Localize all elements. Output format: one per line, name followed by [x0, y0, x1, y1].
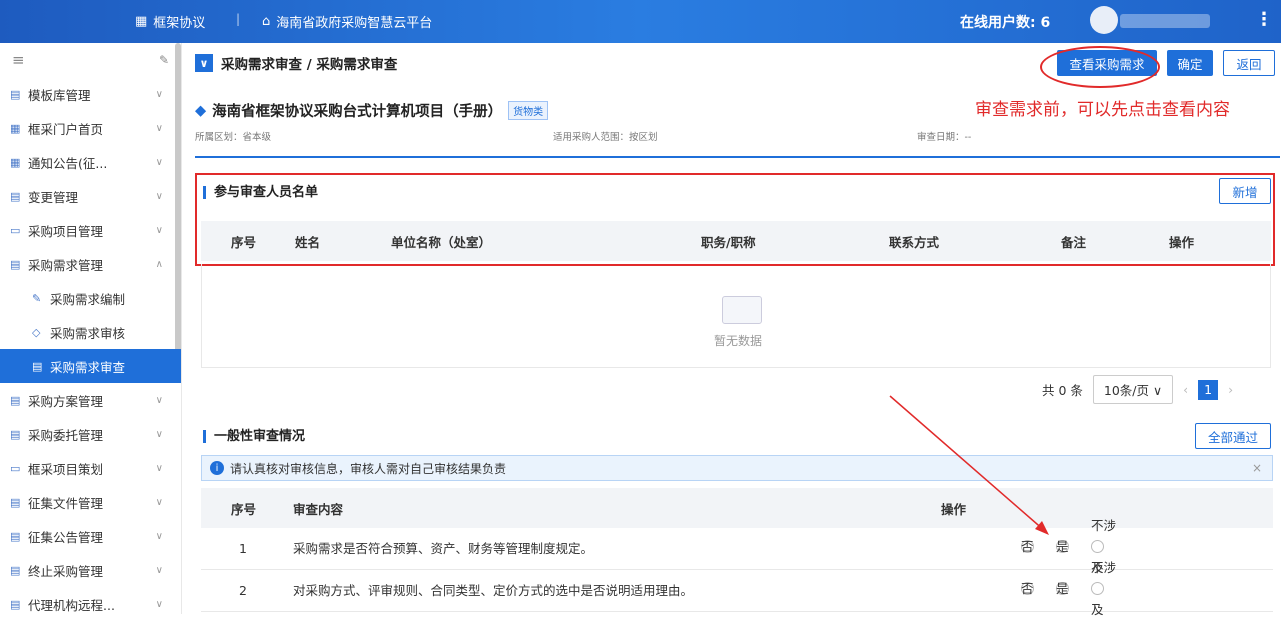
layers-icon: ◆: [195, 102, 207, 119]
radio-no[interactable]: 否: [1021, 539, 1034, 554]
sidebar-item-audit[interactable]: ◇ 采购需求审核: [0, 315, 181, 349]
edit-icon: ✎: [32, 291, 42, 305]
scope-text: 适用采购人范围：按区划: [553, 132, 658, 143]
next-icon[interactable]: ›: [1228, 382, 1233, 397]
home-icon: ⌂: [262, 14, 271, 29]
info-alert: i 请认真核对审核信息，审核人需对自己审核结果负责 ×: [201, 455, 1273, 481]
date-text: 审查日期：--: [917, 132, 972, 143]
sidebar-item-entrust[interactable]: ▤ 采购委托管理 ∨: [0, 417, 181, 451]
doc-icon: ▤: [10, 597, 21, 611]
chevron-down-icon: ∨: [155, 190, 163, 202]
platform-link[interactable]: ⌂ 海南省政府采购智慧云平台: [262, 12, 432, 31]
sidebar-item-compile[interactable]: ✎ 采购需求编制: [0, 281, 181, 315]
grid-icon: ▦: [10, 155, 21, 169]
online-users: 在线用户数: 6: [960, 15, 1051, 31]
chevron-down-icon: ∨: [155, 394, 163, 406]
chevron-down-icon: ∨: [155, 428, 163, 440]
project-title: ◆ 海南省框架协议采购台式计算机项目（手册） 货物类: [195, 100, 549, 121]
breadcrumb: ∨ 采购需求审查 / 采购需求审查: [195, 53, 397, 73]
menu-icon[interactable]: ≡: [12, 51, 25, 69]
close-icon[interactable]: ×: [1252, 461, 1262, 475]
empty-state: 暂无数据: [201, 264, 1271, 368]
sidebar-item-project[interactable]: ▭ 采购项目管理 ∨: [0, 213, 181, 247]
sidebar-item-notice[interactable]: ▦ 通知公告(征... ∨: [0, 145, 181, 179]
sidebar-item-announce[interactable]: ▤ 征集公告管理 ∨: [0, 519, 181, 553]
chevron-down-icon: ∨: [155, 598, 163, 610]
radio-na[interactable]: 不涉及: [1090, 560, 1116, 617]
sidebar-item-planning[interactable]: ▭ 框采项目策划 ∨: [0, 451, 181, 485]
doc-icon: ▤: [10, 563, 21, 577]
chevron-down-icon: ∨: [155, 122, 163, 134]
highlight-circle: [1040, 46, 1160, 88]
doc-icon: ▤: [10, 189, 21, 203]
radio-no[interactable]: 否: [1021, 581, 1034, 596]
empty-box-icon: [722, 296, 762, 324]
sidebar-item-files[interactable]: ▤ 征集文件管理 ∨: [0, 485, 181, 519]
pass-all-button[interactable]: 全部通过: [1195, 423, 1271, 449]
annotation-text: 审查需求前，可以先点击查看内容: [975, 100, 1230, 120]
sidebar-item-agency[interactable]: ▤ 代理机构远程... ∨: [0, 587, 181, 621]
row-options: 否 是 不涉及: [1021, 560, 1122, 617]
doc-icon: ▤: [10, 87, 21, 101]
collapse-icon[interactable]: ∨: [195, 54, 213, 72]
doc-icon: ▤: [32, 359, 43, 373]
sidebar: ≡ ✎ ▤ 模板库管理 ∨ ▦ 框采门户首页 ∨ ▦ 通知公告(征... ∨ ▤ 变更管理 ∨ ▭…: [0, 43, 182, 614]
page-size-select[interactable]: 10条/页 ∨: [1092, 375, 1174, 404]
sidebar-item-template[interactable]: ▤ 模板库管理 ∨: [0, 77, 181, 111]
chevron-down-icon: ∨: [155, 564, 163, 576]
category-tag: 货物类: [508, 101, 549, 120]
doc-icon: ▤: [10, 427, 21, 441]
reviewers-header: 序号 姓名 单位名称（处室） 职务/职称 联系方式 备注 操作: [201, 221, 1271, 261]
confirm-button[interactable]: 确定: [1167, 50, 1213, 76]
chevron-down-icon: ∨: [155, 224, 163, 236]
folder-icon: ▭: [10, 461, 21, 475]
reviewers-title: 参与审查人员名单: [203, 186, 318, 199]
sidebar-item-plan[interactable]: ▤ 采购方案管理 ∨: [0, 383, 181, 417]
info-icon: i: [210, 461, 224, 475]
chevron-down-icon: ∨: [155, 462, 163, 474]
doc-icon: ▤: [10, 393, 21, 407]
region-text: 所属区划：省本级: [195, 132, 272, 143]
doc-icon: ▤: [10, 257, 21, 271]
chevron-down-icon: ∨: [155, 156, 163, 168]
page-number[interactable]: 1: [1198, 379, 1219, 400]
add-button[interactable]: 新增: [1219, 178, 1271, 204]
divider: [195, 156, 1280, 158]
diamond-icon: ◇: [32, 325, 41, 339]
radio-yes[interactable]: 是: [1055, 539, 1069, 554]
general-title: 一般性审查情况: [203, 430, 305, 443]
radio-yes[interactable]: 是: [1055, 581, 1069, 596]
doc-icon: ▤: [10, 529, 21, 543]
username[interactable]: [1120, 14, 1210, 28]
sidebar-item-change[interactable]: ▤ 变更管理 ∨: [0, 179, 181, 213]
prev-icon[interactable]: ‹: [1183, 382, 1188, 397]
chevron-down-icon: ∨: [155, 88, 163, 100]
avatar[interactable]: [1090, 6, 1118, 34]
top-bar: ▦ 框架协议 | ⌂ 海南省政府采购智慧云平台 在线用户数: 6 ⋮: [0, 0, 1281, 43]
pin-icon[interactable]: ✎: [159, 53, 169, 67]
chevron-down-icon: ∨: [155, 530, 163, 542]
sidebar-item-demand[interactable]: ▤ 采购需求管理 ∧: [0, 247, 181, 281]
chevron-down-icon: ∨: [155, 496, 163, 508]
table-row: 2 对采购方式、评审规则、合同类型、定价方式的选中是否说明适用理由。 否 是 不…: [201, 560, 1273, 617]
grid-icon: ▦: [135, 14, 148, 29]
folder-icon: ▭: [10, 223, 21, 237]
doc-icon: ▤: [10, 495, 21, 509]
back-button[interactable]: 返回: [1223, 50, 1275, 76]
sidebar-item-portal[interactable]: ▦ 框采门户首页 ∨: [0, 111, 181, 145]
main-content: ∨ 采购需求审查 / 采购需求审查 查看采购需求 确定 返回 审查需求前，可以先点…: [185, 43, 1281, 617]
sidebar-item-terminate[interactable]: ▤ 终止采购管理 ∨: [0, 553, 181, 587]
framework-link[interactable]: ▦ 框架协议: [135, 12, 205, 31]
more-icon[interactable]: ⋮: [1255, 9, 1273, 30]
sidebar-head: ≡ ✎: [0, 43, 181, 77]
divider: |: [236, 12, 241, 26]
grid-icon: ▦: [10, 121, 21, 135]
pagination: 共 0 条 10条/页 ∨ ‹ 1 ›: [1042, 375, 1233, 404]
chevron-up-icon: ∧: [155, 258, 163, 270]
sidebar-item-review[interactable]: ▤ 采购需求审查: [0, 349, 181, 383]
